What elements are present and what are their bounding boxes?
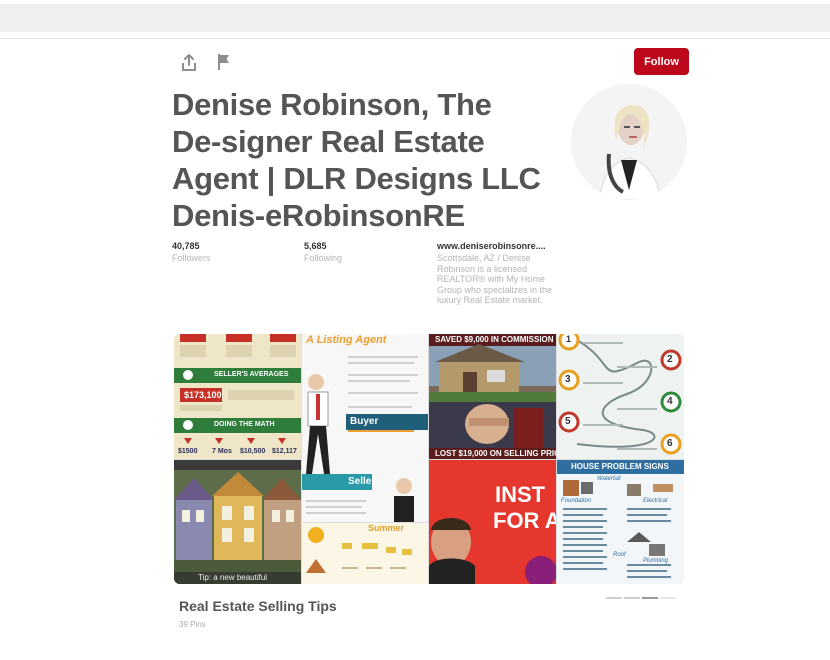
website-link[interactable]: www.deniserobinsonre.... [437,241,557,251]
pin-red-promo[interactable]: INST FOR A [429,460,556,584]
houses-caption: Tip: a new beautiful [198,573,268,582]
math-value-2: 7 Mos [212,448,232,455]
promo-line-2: FOR A [493,508,556,533]
share-icon[interactable] [179,53,199,73]
profile-name: Denise Robinson, The De-signer Real Esta… [172,87,541,233]
pin-listing-agent-infographic[interactable]: A Listing Agent Buyer Seller [302,334,428,522]
pin-victorian-houses-photo[interactable]: Tip: a new beautiful [174,460,301,584]
pin-steps-infographic[interactable]: 1 2 3 4 5 6 [557,334,684,459]
math-value-1: $1500 [178,448,198,455]
step-2: 2 [667,354,673,365]
step-6: 6 [667,438,673,449]
board-cover[interactable]: SELLER'S AVERAGES $173,100 DOING THE MAT… [174,334,684,584]
pagination-dot [624,597,640,599]
step-4: 4 [667,396,673,407]
following-label: Following [304,253,343,263]
browser-top-bar [0,4,830,32]
summer-label: Summer [368,523,405,533]
pin-commission-meme[interactable]: SAVED $9,000 IN COMMISSION LOST $19,000 … [429,334,556,459]
electrical-label: Electrical [643,498,668,504]
follow-button[interactable]: Follow [634,48,689,75]
waterfall-label: Waterfall [597,476,621,482]
avatar[interactable] [571,84,687,200]
pin-summer-chart[interactable]: Summer [302,523,428,584]
step-1: 1 [566,334,572,344]
sellers-averages-text: SELLER'S AVERAGES [214,371,289,378]
commission-bottom-text: LOST $19,000 ON SELLING PRICE [435,449,556,458]
promo-line-1: INST [495,482,546,507]
seller-label: Seller [348,476,376,487]
pagination-dot [660,597,676,599]
pin-house-problem-signs[interactable]: HOUSE PROBLEM SIGNS Waterfall Foundation… [557,460,684,584]
step-5: 5 [565,416,571,427]
profile-bio: Scottsdale, AZ / Denise Robinson is a li… [437,253,553,305]
following-stat[interactable]: 5,685 Following [304,241,342,263]
flag-icon[interactable] [214,52,234,72]
followers-stat[interactable]: 40,785 Followers [172,241,211,263]
listing-agent-heading: A Listing Agent [306,334,387,346]
step-3: 3 [565,374,571,385]
profile-about: www.deniserobinsonre.... Scottsdale, AZ … [437,241,557,306]
board-pin-count: 39 Pins [179,620,206,629]
plumbing-label: Plumbing [643,558,669,564]
doing-math-text: DOING THE MATH [214,421,275,428]
math-value-4: $12,117 [272,448,297,455]
header-divider [0,38,830,39]
pin-sellers-averages-infographic[interactable]: SELLER'S AVERAGES $173,100 DOING THE MAT… [174,334,301,459]
foundation-label: Foundation [561,498,592,504]
commission-top-text: SAVED $9,000 IN COMMISSION [435,335,554,344]
followers-label: Followers [172,253,211,263]
followers-count: 40,785 [172,241,200,251]
board-title[interactable]: Real Estate Selling Tips [179,598,337,614]
buyer-label: Buyer [350,416,379,427]
amount-text: $173,100 [184,390,222,400]
roof-label: Roof [613,552,626,558]
pagination-dot [642,597,658,599]
following-count: 5,685 [304,241,327,251]
pagination-dot [606,597,622,599]
house-problem-heading: HOUSE PROBLEM SIGNS [571,462,669,471]
math-value-3: $10,500 [240,448,266,455]
